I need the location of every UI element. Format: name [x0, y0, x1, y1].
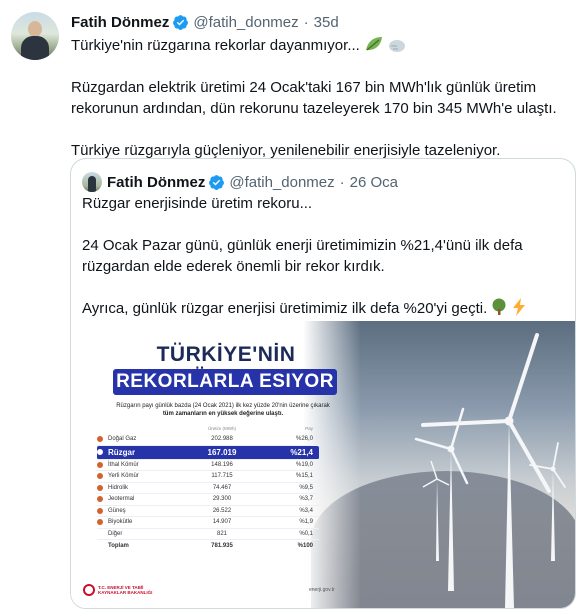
poster-title-banner: REKORLARLA ESIYOR	[113, 369, 337, 395]
quote-paragraph: Ayrıca, günlük rüzgar enerjisi üretimimi…	[82, 298, 562, 319]
table-row: Jeotermal 29.300 %3,7	[97, 494, 319, 506]
quoted-tweet-text: Rüzgar enerjisinde üretim rekoru... 24 O…	[82, 193, 562, 340]
separator-dot: ·	[339, 173, 345, 191]
energy-source-icon	[97, 496, 103, 503]
handle[interactable]: @fatih_donmez	[229, 174, 334, 191]
leaf-fluttering-icon	[366, 37, 382, 51]
infographic-image[interactable]: TÜRKİYE'NİN RÜZGARI REKORLARLA ESIYOR Rü…	[71, 321, 575, 608]
tweet-header: Fatih Dönmez @fatih_donmez · 35d	[71, 11, 576, 33]
timestamp[interactable]: 35d	[314, 14, 339, 31]
energy-source-icon	[97, 436, 103, 443]
quoted-tweet[interactable]: Fatih Dönmez @fatih_donmez · 26 Oca Rüzg…	[70, 158, 576, 609]
tweet-content: Fatih Dönmez @fatih_donmez · 35d Türkiye…	[71, 11, 576, 182]
tweet-text: Türkiye'nin rüzgarına rekorlar dayanmıyo…	[71, 35, 576, 161]
tree-icon	[492, 298, 506, 315]
verified-badge-icon	[173, 14, 189, 30]
table-row: Doğal Gaz 202.988 %26,0	[97, 434, 319, 446]
avatar[interactable]	[11, 12, 59, 60]
quoted-tweet-header: Fatih Dönmez @fatih_donmez · 26 Oca	[82, 171, 398, 193]
table-row: Biyokütle 14.907 %1,9	[97, 517, 319, 529]
tweet[interactable]: Fatih Dönmez @fatih_donmez · 35d Türkiye…	[0, 0, 588, 611]
table-row: Yerli Kömür 117.715 %15,1	[97, 471, 319, 483]
display-name[interactable]: Fatih Dönmez	[107, 174, 205, 191]
energy-source-icon	[97, 519, 103, 526]
energy-source-icon	[97, 461, 103, 468]
table-row: Toplam 781.935 %100	[108, 542, 313, 549]
energy-source-icon	[97, 449, 103, 455]
separator-dot: ·	[303, 13, 309, 31]
table-row: Rüzgar 167.019 %21,4	[97, 445, 319, 460]
poster-subtitle: Rüzgarın payı günlük bazda (24 Ocak 2021…	[116, 403, 330, 417]
energy-source-icon	[97, 507, 103, 514]
energy-source-icon	[97, 484, 103, 491]
tweet-paragraph: Rüzgardan elektrik üretimi 24 Ocak'taki …	[71, 79, 557, 117]
table-row: İthal Kömür 148.196 %19,0	[97, 460, 319, 471]
table-row: Hidrolik 74.467 %9,5	[97, 483, 319, 494]
timestamp[interactable]: 26 Oca	[350, 174, 398, 191]
tweet-paragraph: Türkiye'nin rüzgarına rekorlar dayanmıyo…	[71, 35, 576, 56]
wind-face-icon	[389, 40, 406, 52]
table-row: Diğer 821 %0,1	[97, 529, 319, 540]
avatar[interactable]	[82, 172, 102, 192]
table-row: Güneş 26.522 %3,4	[97, 506, 319, 517]
table-header: Üretim (MWh) Pay	[208, 426, 313, 431]
verified-badge-icon	[209, 174, 225, 190]
ministry-seal-icon	[83, 584, 95, 596]
ministry-logo: T.C. ENERJİ VE TABİİ KAYNAKLAR BAKANLIĞI	[83, 584, 152, 596]
quote-paragraph: 24 Ocak Pazar günü, günlük enerji üretim…	[82, 237, 523, 275]
quote-paragraph: Rüzgar enerjisinde üretim rekoru...	[82, 195, 313, 212]
energy-source-icon	[97, 473, 103, 480]
handle[interactable]: @fatih_donmez	[193, 14, 298, 31]
lightning-icon	[512, 298, 525, 316]
display-name[interactable]: Fatih Dönmez	[71, 14, 169, 31]
energy-table: Üretim (MWh) Pay Doğal Gaz 202.988 %26,0 Rü…	[97, 426, 319, 552]
website-label: enerji.gov.tr	[309, 587, 335, 593]
